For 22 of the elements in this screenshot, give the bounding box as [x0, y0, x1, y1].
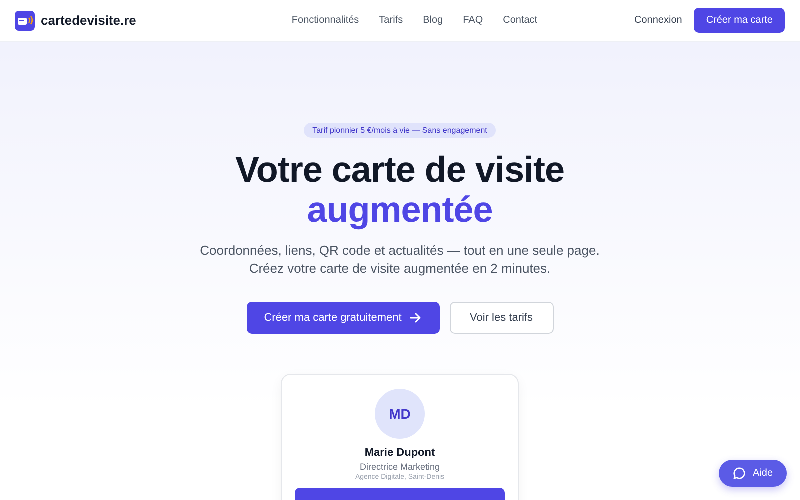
avatar-initials: MD: [375, 389, 425, 439]
create-card-button[interactable]: Créer ma carte: [694, 8, 785, 33]
person-name: Marie Dupont: [364, 447, 436, 459]
hero-title: Votre carte de visite: [236, 150, 564, 190]
site-name-link[interactable]: cartedevisite.re: [41, 13, 136, 28]
hero-subtitle: Créez votre carte de visite augmentée en 2 minutes.: [249, 260, 551, 278]
nav-link[interactable]: Fonctionnalités: [292, 15, 360, 26]
arrow-icon: [410, 312, 422, 324]
nav-link[interactable]: Tarifs: [379, 15, 404, 26]
nav-link[interactable]: Contact: [503, 15, 538, 26]
hero-subtitle: Coordonnées, liens, QR code et actualités — tout en une seule page.: [200, 242, 600, 260]
create-free-card-button[interactable]: Créer ma carte gratuitement: [246, 302, 440, 334]
login-link[interactable]: Connexion: [634, 15, 682, 26]
person-role: Directrice Marketing: [360, 462, 440, 472]
chat-bubble-icon: [732, 467, 746, 480]
logo-icon[interactable]: [15, 10, 35, 30]
help-button[interactable]: Aide: [718, 460, 787, 487]
view-pricing-button[interactable]: Voir les tarifs: [450, 302, 554, 334]
nav-link[interactable]: FAQ: [463, 15, 484, 26]
hero-title-accent: augmentée: [307, 190, 493, 230]
nav-link[interactable]: Blog: [423, 15, 444, 26]
pricing-badge: Tarif pionnier 5 €/mois à vie — Sans engagement: [304, 123, 496, 138]
